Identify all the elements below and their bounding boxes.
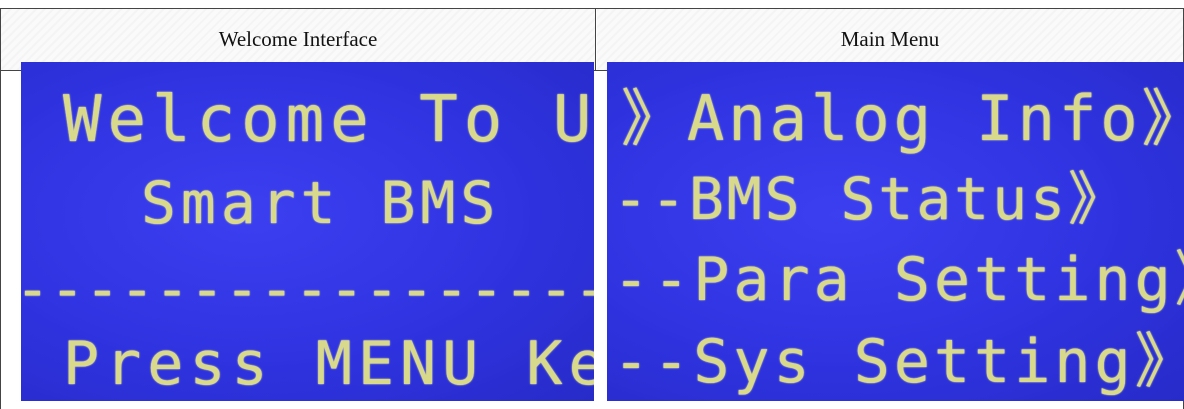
menu-item-para-setting: --Para Setting》 (613, 245, 1184, 315)
press-menu-key-line: Press MENU Key (63, 329, 594, 399)
menu-item-bms-status: --BMS Status》 (613, 165, 1130, 233)
main-menu-lcd-screen: 》Analog Info》 --BMS Status》 --Para Setti… (607, 62, 1184, 401)
welcome-lcd-screen: Welcome To Use Smart BMS ---------------… (21, 62, 594, 401)
menu-item-analog-info: 》Analog Info》 (621, 82, 1184, 155)
dashed-divider: ----------------- (21, 255, 594, 323)
menu-item-sys-setting: --Sys Setting》 (613, 327, 1184, 397)
welcome-interface-header: Welcome Interface (1, 9, 596, 70)
main-menu-header: Main Menu (597, 9, 1183, 70)
welcome-line: Welcome To Use (63, 83, 594, 157)
product-name-line: Smart BMS (141, 169, 501, 237)
